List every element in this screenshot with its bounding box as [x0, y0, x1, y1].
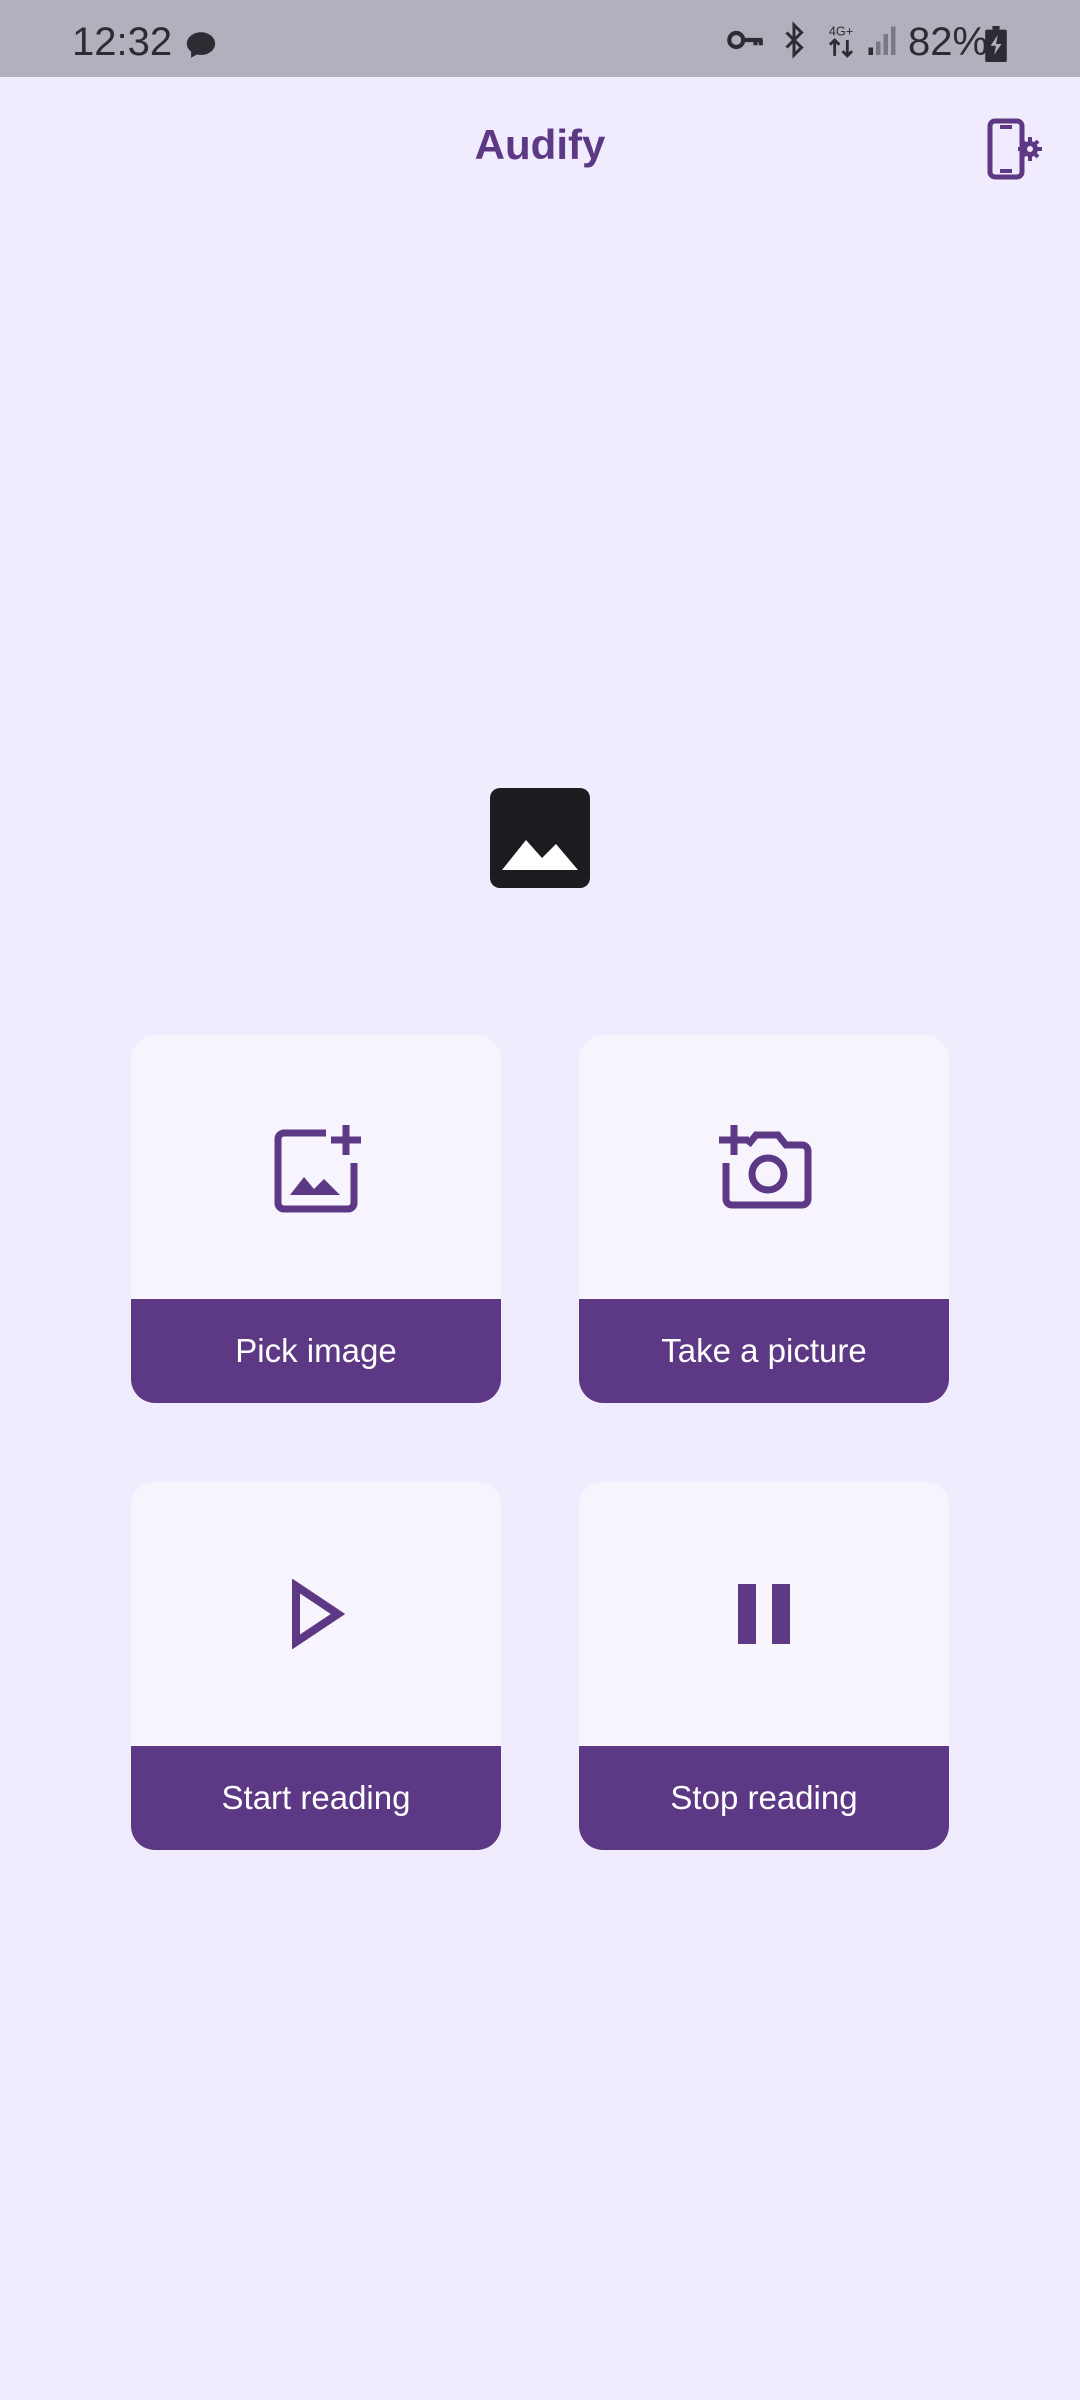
add-photo-icon	[274, 1125, 361, 1213]
card-icon-area	[131, 1482, 501, 1746]
start-reading-label: Start reading	[131, 1746, 501, 1850]
pause-icon	[738, 1584, 790, 1644]
card-icon-area	[131, 1035, 501, 1299]
card-icon-area	[579, 1035, 949, 1299]
take-picture-button[interactable]: Take a picture	[579, 1035, 949, 1403]
stop-reading-button[interactable]: Stop reading	[579, 1482, 949, 1850]
add-camera-icon	[719, 1125, 812, 1209]
image-placeholder-icon	[490, 788, 590, 888]
battery-percentage: 82%	[908, 20, 989, 64]
pick-image-button[interactable]: Pick image	[131, 1035, 501, 1403]
signal-icon	[868, 26, 896, 55]
network-4g-icon: 4G+	[829, 24, 853, 58]
app-title: Audify	[474, 121, 606, 168]
card-icon-area	[579, 1482, 949, 1746]
take-picture-label: Take a picture	[579, 1299, 949, 1403]
play-icon	[292, 1579, 346, 1649]
settings-button[interactable]	[984, 117, 1044, 187]
message-icon	[186, 32, 216, 58]
status-bar: 12:32 4G+ 82%	[0, 0, 1080, 77]
vpn-key-icon	[727, 30, 763, 50]
status-time: 12:32	[72, 20, 173, 64]
app-bar: Audify	[0, 77, 1080, 225]
network-label: 4G+	[829, 24, 853, 38]
battery-charging-icon	[985, 26, 1007, 62]
start-reading-button[interactable]: Start reading	[131, 1482, 501, 1850]
bluetooth-icon	[785, 21, 804, 59]
stop-reading-label: Stop reading	[579, 1746, 949, 1850]
pick-image-label: Pick image	[131, 1299, 501, 1403]
phone-settings-icon	[987, 118, 1042, 180]
